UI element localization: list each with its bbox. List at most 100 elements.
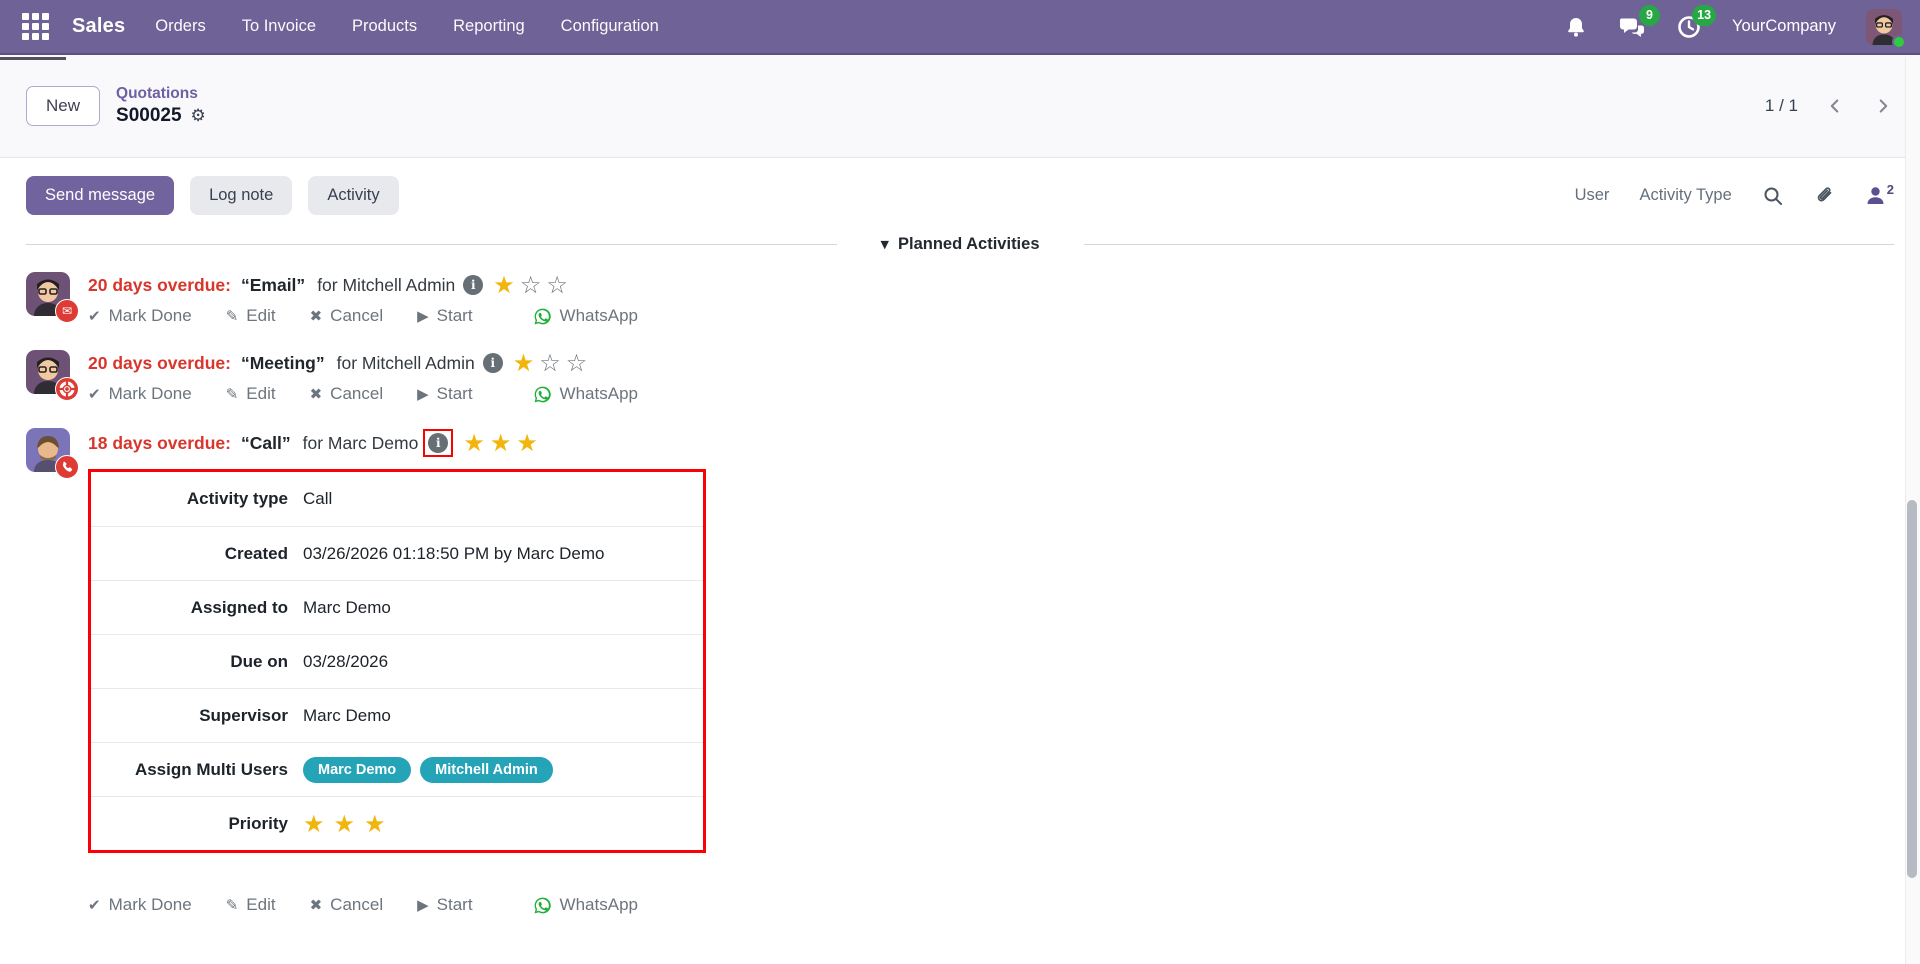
messages-count-badge: 9	[1639, 4, 1661, 26]
star-icon: ★	[333, 809, 356, 838]
filter-user[interactable]: User	[1575, 186, 1610, 205]
star-icon[interactable]: ★	[493, 273, 515, 297]
activity-assignee: for Marc Demo	[302, 432, 419, 453]
activities-list: ✉ 20 days overdue: “Email” for Mitchell …	[0, 270, 1920, 915]
filter-activity-type[interactable]: Activity Type	[1639, 186, 1731, 205]
whatsapp-link[interactable]: WhatsApp	[533, 306, 638, 326]
mark-done-link[interactable]: ✔ Mark Done	[88, 306, 192, 326]
log-note-button[interactable]: Log note	[190, 176, 293, 215]
company-switcher[interactable]: YourCompany	[1732, 17, 1836, 36]
menu-reporting[interactable]: Reporting	[453, 17, 525, 36]
pager-previous-icon[interactable]	[1824, 95, 1846, 117]
section-title-label: Planned Activities	[897, 235, 1040, 253]
avatar-marc-demo	[26, 428, 79, 479]
edit-link[interactable]: ✎ Edit	[226, 306, 276, 326]
whatsapp-link[interactable]: WhatsApp	[533, 384, 638, 404]
star-icon: ★	[364, 809, 386, 838]
pager-next-icon[interactable]	[1872, 95, 1894, 117]
whatsapp-icon	[534, 897, 551, 913]
star-icon[interactable]: ☆	[546, 273, 568, 297]
start-link[interactable]: ▶ Start	[417, 306, 472, 326]
star-icon[interactable]: ★	[490, 431, 512, 455]
star-icon[interactable]: ☆	[539, 351, 561, 375]
activity-row-email: ✉ 20 days overdue: “Email” for Mitchell …	[26, 272, 1894, 326]
x-icon: ✖	[309, 307, 323, 325]
record-pager: 1 / 1	[1765, 95, 1894, 117]
loading-indicator	[0, 57, 66, 60]
notifications-bell-icon[interactable]	[1564, 15, 1588, 39]
cancel-link[interactable]: ✖ Cancel	[310, 306, 384, 326]
user-avatar[interactable]	[1866, 8, 1906, 49]
star-icon: ★	[303, 809, 325, 838]
email-activity-icon: ✉	[55, 299, 79, 323]
edit-link[interactable]: ✎ Edit	[226, 895, 276, 915]
overdue-label: 18 days overdue:	[88, 432, 231, 453]
activity-name: “Email”	[240, 274, 306, 295]
followers-count: 2	[1886, 182, 1894, 197]
activity-row-meeting: 20 days overdue: “Meeting” for Mitchell …	[26, 350, 1894, 404]
check-icon: ✔	[88, 307, 101, 325]
activity-details-popover: Activity type Call Created 03/26/2026 01…	[88, 469, 706, 853]
activities-count-badge: 13	[1692, 4, 1717, 26]
apps-menu-icon[interactable]	[18, 10, 52, 44]
star-icon[interactable]: ☆	[566, 351, 588, 375]
activities-clock-icon[interactable]: 13	[1676, 4, 1717, 40]
x-icon: ✖	[309, 385, 323, 403]
mark-done-link[interactable]: ✔ Mark Done	[88, 384, 192, 404]
star-icon[interactable]: ☆	[520, 273, 542, 297]
menu-products[interactable]: Products	[352, 17, 417, 36]
activity-actions: ✔ Mark Done ✎ Edit ✖ Cancel ▶ Start WhatsApp	[88, 306, 1894, 326]
menu-to-invoice[interactable]: To Invoice	[242, 17, 316, 36]
gear-icon[interactable]: ⚙	[191, 106, 206, 126]
star-icon[interactable]: ★	[463, 431, 485, 455]
app-name[interactable]: Sales	[72, 15, 125, 38]
cancel-link[interactable]: ✖ Cancel	[310, 384, 384, 404]
activity-row-call: 18 days overdue: “Call” for Marc Demo i …	[26, 428, 1894, 915]
start-link[interactable]: ▶ Start	[417, 384, 472, 404]
activity-actions: ✔ Mark Done ✎ Edit ✖ Cancel ▶ Start WhatsApp	[88, 384, 1894, 404]
attachment-paperclip-icon[interactable]	[1814, 185, 1836, 207]
record-title: S00025	[116, 105, 182, 126]
start-link[interactable]: ▶ Start	[417, 895, 472, 915]
menu-configuration[interactable]: Configuration	[561, 17, 659, 36]
popover-row-due-on: Due on 03/28/2026	[91, 634, 703, 688]
control-panel: New Quotations S00025 ⚙ 1 / 1	[0, 55, 1920, 158]
popover-row-assigned-to: Assigned to Marc Demo	[91, 580, 703, 634]
activity-button[interactable]: Activity	[308, 176, 399, 215]
info-icon[interactable]: i	[463, 275, 484, 295]
star-icon[interactable]: ★	[513, 351, 535, 375]
scrollbar-thumb[interactable]	[1907, 500, 1917, 878]
edit-link[interactable]: ✎ Edit	[226, 384, 276, 404]
user-tag: Marc Demo	[303, 756, 412, 783]
chevron-down-icon: ▼	[880, 238, 889, 251]
scrollbar-track[interactable]	[1905, 57, 1920, 964]
check-icon: ✔	[88, 896, 101, 914]
info-icon[interactable]: i	[482, 353, 503, 373]
planned-activities-toggle[interactable]: ▼ Planned Activities	[881, 235, 1040, 254]
menu-orders[interactable]: Orders	[155, 17, 205, 36]
star-icon[interactable]: ★	[516, 431, 538, 455]
send-message-button[interactable]: Send message	[26, 176, 175, 215]
play-icon: ▶	[417, 896, 429, 914]
chatter-toolbar: Send message Log note Activity User Acti…	[0, 158, 1920, 225]
info-icon[interactable]: i	[428, 433, 449, 453]
cancel-link[interactable]: ✖ Cancel	[310, 895, 384, 915]
call-activity-icon	[55, 455, 79, 479]
mark-done-link[interactable]: ✔ Mark Done	[88, 895, 192, 915]
pencil-icon: ✎	[225, 385, 239, 403]
planned-activities-divider: ▼ Planned Activities	[26, 235, 1895, 254]
breadcrumb-quotations-link[interactable]: Quotations	[116, 85, 206, 103]
popover-row-activity-type: Activity type Call	[186, 489, 333, 508]
main-menu: Orders To Invoice Products Reporting Con…	[155, 17, 659, 36]
avatar-mitchell-admin: ✉	[26, 272, 79, 323]
new-button[interactable]: New	[26, 86, 101, 126]
play-icon: ▶	[417, 385, 429, 403]
popover-row-priority: Priority ★ ★ ★	[91, 796, 703, 850]
search-icon[interactable]	[1762, 185, 1784, 207]
popover-row-created: Created 03/26/2026 01:18:50 PM by Marc D…	[91, 526, 703, 580]
messages-icon[interactable]: 9	[1618, 4, 1661, 40]
meeting-activity-icon	[55, 377, 79, 401]
whatsapp-link[interactable]: WhatsApp	[533, 895, 638, 915]
breadcrumb: Quotations S00025 ⚙	[116, 85, 206, 127]
followers-icon[interactable]: 2	[1866, 182, 1894, 205]
